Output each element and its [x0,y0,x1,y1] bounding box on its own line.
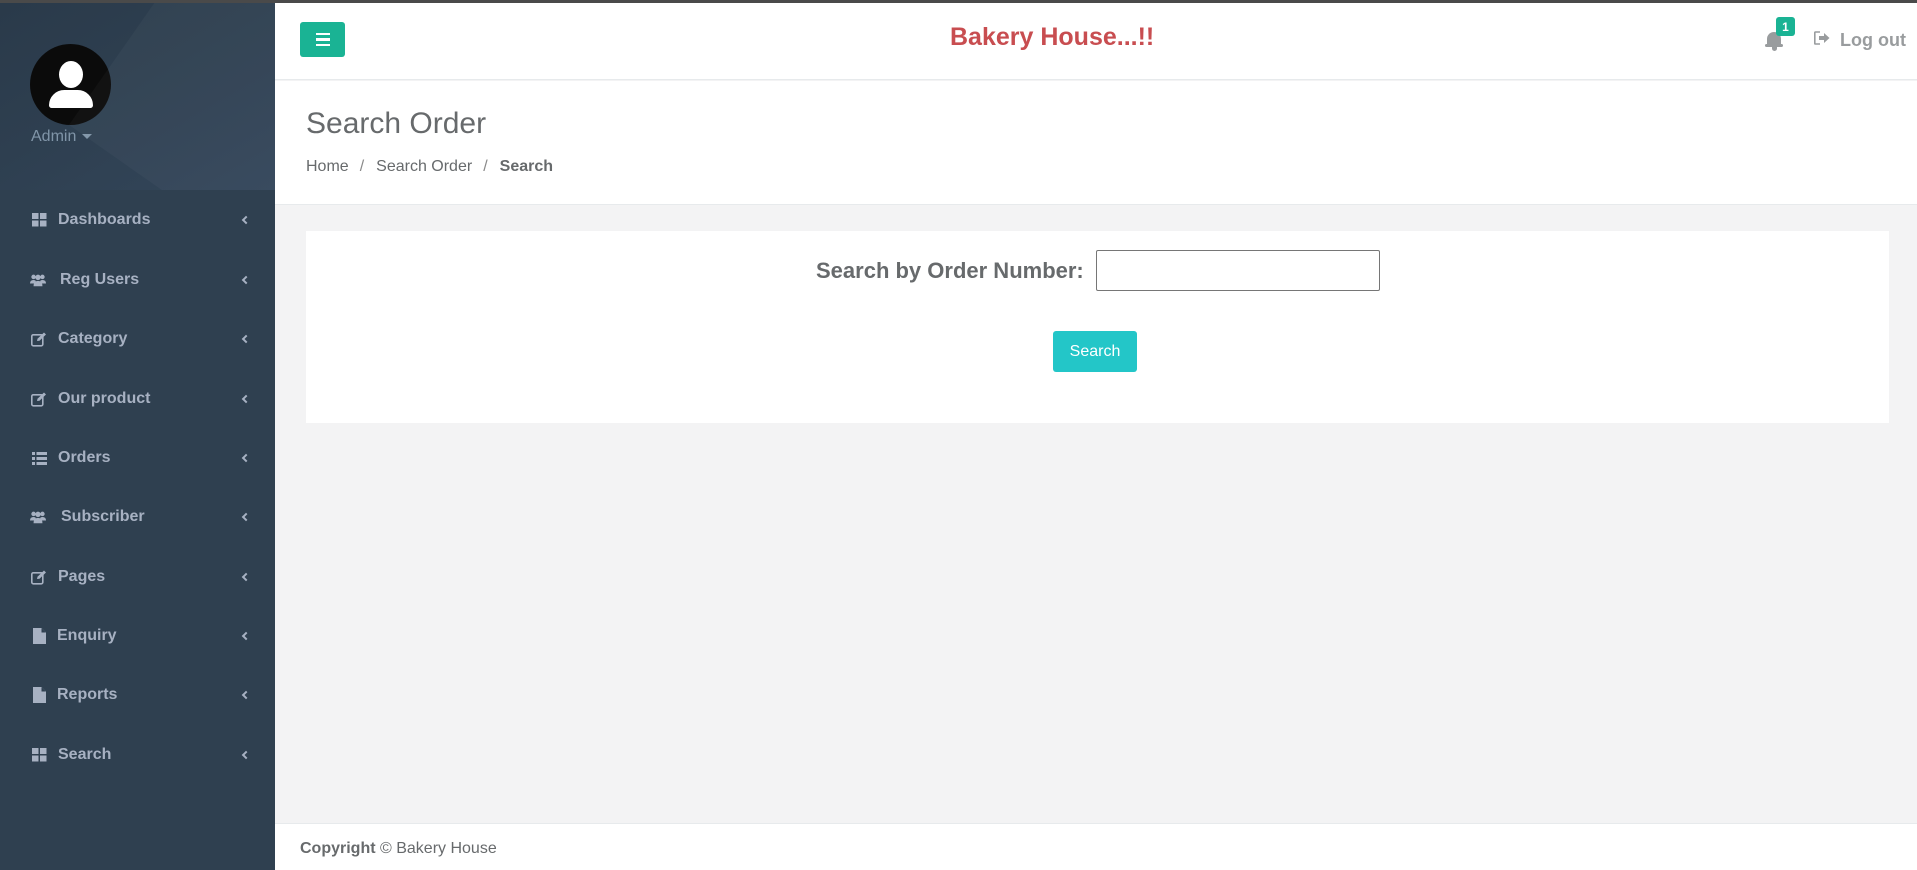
page-title: Search Order [306,107,487,140]
sidebar-item-subscriber[interactable]: Subscriber [0,493,275,541]
breadcrumb-separator: / [483,158,488,175]
order-number-input[interactable] [1096,250,1380,291]
users-icon [30,509,46,525]
sign-out-icon [1814,31,1830,50]
avatar[interactable] [30,44,111,125]
breadcrumb-separator: / [359,158,365,175]
sidebar-item-label: Enquiry [57,627,117,644]
sidebar-item-pages[interactable]: Pages [0,553,275,601]
edit-icon [31,331,47,347]
chevron-left-icon [241,275,251,285]
chevron-left-icon [241,750,251,760]
copyright-text: © Bakery House [380,840,497,857]
profile-menu-toggle[interactable]: Admin [31,128,93,146]
avatar-head [59,61,83,88]
sidebar-item-label: Orders [58,449,111,466]
chevron-left-icon [241,690,251,700]
bell-clapper [1772,47,1777,51]
breadcrumb-current: Search [499,158,554,175]
sidebar: Admin Dashboards Reg Users Category Our … [0,3,275,870]
profile-header: Admin [0,3,275,190]
sidebar-item-our-product[interactable]: Our product [0,375,275,423]
sidebar-item-label: Our product [58,390,151,407]
caret-down-icon [82,134,93,140]
profile-name: Admin [31,128,77,145]
search-card: Search by Order Number: Search [306,231,1889,423]
chevron-left-icon [241,512,251,522]
brand-title: Bakery House...!! [950,23,1155,51]
grid-icon [31,212,47,228]
sidebar-item-label: Dashboards [58,211,151,228]
chevron-left-icon [241,394,251,404]
chevron-left-icon [241,572,251,582]
logout-link[interactable]: Log out [1814,30,1906,51]
search-button[interactable]: Search [1053,331,1137,372]
chevron-left-icon [241,631,251,641]
users-icon [30,272,46,288]
menu-toggle-button[interactable] [300,22,345,57]
page-heading: Search Order Home / Search Order / Searc… [275,81,1917,205]
top-navbar: Bakery House...!! 1 Log out [275,3,1917,80]
sidebar-item-orders[interactable]: Orders [0,434,275,482]
hamburger-icon [315,32,330,36]
sidebar-item-dashboards[interactable]: Dashboards [0,196,275,244]
sidebar-item-label: Subscriber [61,508,145,525]
sidebar-item-label: Search [58,746,112,763]
grid-icon [31,747,47,763]
sidebar-item-category[interactable]: Category [0,315,275,363]
copyright-label: Copyright [300,840,376,857]
logout-label: Log out [1840,30,1906,50]
hamburger-icon [315,43,330,47]
chevron-left-icon [241,453,251,463]
file-icon [31,687,47,703]
notification-badge[interactable]: 1 [1776,17,1795,36]
chevron-left-icon [241,215,251,225]
breadcrumb-home[interactable]: Home [306,158,349,176]
list-icon [31,450,47,466]
sidebar-item-reg-users[interactable]: Reg Users [0,256,275,304]
hamburger-icon [315,38,330,41]
avatar-body [49,90,93,108]
search-label: Search by Order Number: [816,258,1084,283]
breadcrumb: Home / Search Order / Search [306,158,553,176]
file-icon [31,628,47,644]
breadcrumb-search-order[interactable]: Search Order [376,158,472,176]
edit-icon [31,569,47,585]
sidebar-item-reports[interactable]: Reports [0,671,275,719]
edit-icon [31,391,47,407]
chevron-left-icon [241,334,251,344]
sidebar-item-label: Reg Users [60,271,140,288]
sidebar-item-enquiry[interactable]: Enquiry [0,612,275,660]
sidebar-item-label: Reports [57,686,118,703]
sidebar-item-search[interactable]: Search [0,731,275,779]
footer: Copyright © Bakery House [275,823,1917,870]
sidebar-item-label: Pages [58,568,106,585]
footer-copyright: Copyright © Bakery House [300,840,497,858]
sidebar-item-label: Category [58,330,128,347]
